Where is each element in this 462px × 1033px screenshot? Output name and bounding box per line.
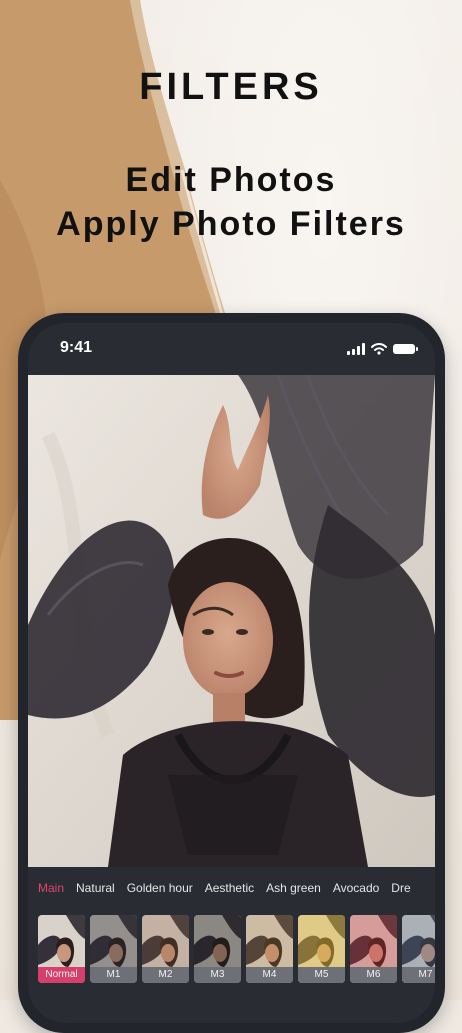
signal-icon bbox=[347, 343, 365, 355]
filter-thumbnail[interactable]: M3 bbox=[194, 915, 241, 983]
subtitle-line-2: Apply Photo Filters bbox=[56, 205, 406, 243]
filter-category-bar: Main Natural Golden hour Aesthetic Ash green… bbox=[28, 875, 435, 901]
filter-thumbnail[interactable]: M4 bbox=[246, 915, 293, 983]
filter-category-tab[interactable]: Golden hour bbox=[127, 875, 193, 901]
filter-category-tab[interactable]: Natural bbox=[76, 875, 115, 901]
filter-thumbnail-strip: Normal M1 M2 M3 M4 M5 M6 M7 bbox=[38, 915, 435, 985]
filter-category-tab[interactable]: Avocado bbox=[333, 875, 379, 901]
filter-thumbnail[interactable]: M2 bbox=[142, 915, 189, 983]
photo-preview[interactable] bbox=[28, 375, 435, 867]
filter-label: M5 bbox=[298, 967, 345, 983]
battery-icon bbox=[393, 344, 418, 354]
filter-thumbnail[interactable]: M7 bbox=[402, 915, 435, 983]
filter-thumbnail[interactable]: M6 bbox=[350, 915, 397, 983]
filter-category-tab[interactable]: Main bbox=[38, 875, 64, 901]
filter-label: M2 bbox=[142, 967, 189, 983]
status-icons bbox=[347, 343, 418, 355]
filter-label: M4 bbox=[246, 967, 293, 983]
headline-subtitle: Edit Photos Apply Photo Filters bbox=[0, 158, 462, 246]
filter-thumbnail[interactable]: Normal bbox=[38, 915, 85, 983]
wifi-icon bbox=[371, 343, 387, 355]
status-time: 9:41 bbox=[60, 339, 93, 356]
filter-thumbnail[interactable]: M1 bbox=[90, 915, 137, 983]
subtitle-line-1: Edit Photos bbox=[125, 161, 337, 199]
phone-mockup: 9:41 Main Natural Golden hour Aesthetic … bbox=[18, 313, 445, 1033]
headline-title: FILTERS bbox=[139, 66, 323, 108]
filter-label: M1 bbox=[90, 967, 137, 983]
filter-thumbnail[interactable]: M5 bbox=[298, 915, 345, 983]
filter-category-tab[interactable]: Aesthetic bbox=[205, 875, 254, 901]
filter-label: M3 bbox=[194, 967, 241, 983]
filter-category-tab[interactable]: Ash green bbox=[266, 875, 321, 901]
filter-label: M7 bbox=[402, 967, 435, 983]
filter-category-tab[interactable]: Dre bbox=[391, 875, 410, 901]
phone-screen: 9:41 Main Natural Golden hour Aesthetic … bbox=[28, 323, 435, 1023]
filter-label: M6 bbox=[350, 967, 397, 983]
status-bar: 9:41 bbox=[28, 323, 435, 375]
filter-label: Normal bbox=[38, 967, 85, 983]
